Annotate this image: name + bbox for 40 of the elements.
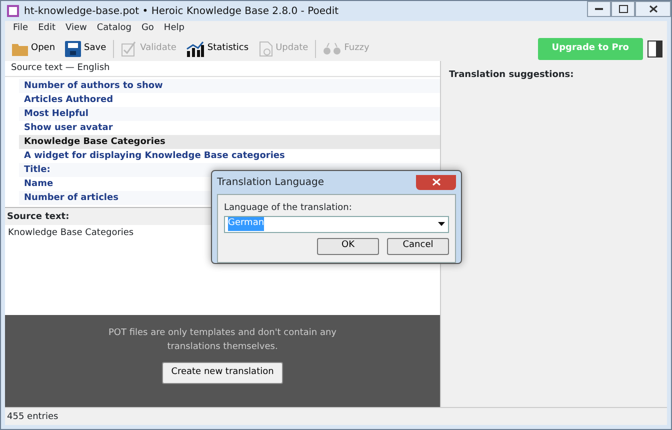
- create-translation-button[interactable]: Create new translation: [162, 362, 283, 384]
- suggestions-title: Translation suggestions:: [449, 69, 575, 82]
- toolbar-button[interactable]: Save: [62, 40, 110, 58]
- close-button[interactable]: [635, 1, 671, 17]
- menu-item[interactable]: Help: [160, 22, 188, 36]
- list-row[interactable]: A widget for displaying Knowledge Base categories: [19, 149, 440, 163]
- close-icon: [432, 178, 440, 186]
- dialog-title: Translation Language: [217, 176, 324, 190]
- menu-item[interactable]: Edit: [34, 22, 60, 36]
- sidebar-toggle-icon[interactable]: [647, 40, 663, 58]
- maximize-button[interactable]: [611, 1, 635, 17]
- list-row[interactable]: Most Helpful: [19, 107, 440, 121]
- list-row[interactable]: Knowledge Base Categories: [19, 135, 440, 149]
- document-icon: [258, 41, 273, 57]
- dialog-button[interactable]: Cancel: [387, 238, 449, 254]
- toolbar-button[interactable]: Open: [9, 41, 58, 57]
- minimize-button[interactable]: [587, 1, 611, 17]
- menu-item[interactable]: View: [62, 22, 91, 36]
- menu-item[interactable]: Catalog: [92, 22, 136, 36]
- minimize-icon: [595, 8, 603, 10]
- menu-item[interactable]: Go: [137, 22, 158, 36]
- column-header: Source text — English: [5, 61, 440, 77]
- close-icon: [648, 5, 658, 13]
- dialog-button[interactable]: OK: [317, 238, 379, 254]
- window-title: ht-knowledge-base.pot • Heroic Knowledge Base 2.8.0 - Poedit: [24, 4, 339, 18]
- caret-icon: [438, 222, 445, 226]
- folder-icon: [12, 42, 28, 56]
- notice-text: POT files are only templates and don't contain any translations themselves.: [107, 327, 338, 354]
- list-row[interactable]: Number of authors to show: [19, 79, 440, 93]
- status-text: 455 entries: [5, 407, 667, 425]
- list-row[interactable]: Articles Authored: [19, 93, 440, 107]
- app-icon: [7, 5, 19, 17]
- glasses-icon: [323, 43, 342, 55]
- list-row[interactable]: Show user avatar: [19, 121, 440, 135]
- close-button[interactable]: [416, 174, 456, 190]
- menu-item[interactable]: File: [9, 22, 32, 36]
- bar-chart-icon: [186, 41, 204, 57]
- toolbar-button[interactable]: Statistics: [183, 40, 252, 58]
- checkbox-icon: [121, 41, 138, 57]
- maximize-icon: [618, 5, 628, 13]
